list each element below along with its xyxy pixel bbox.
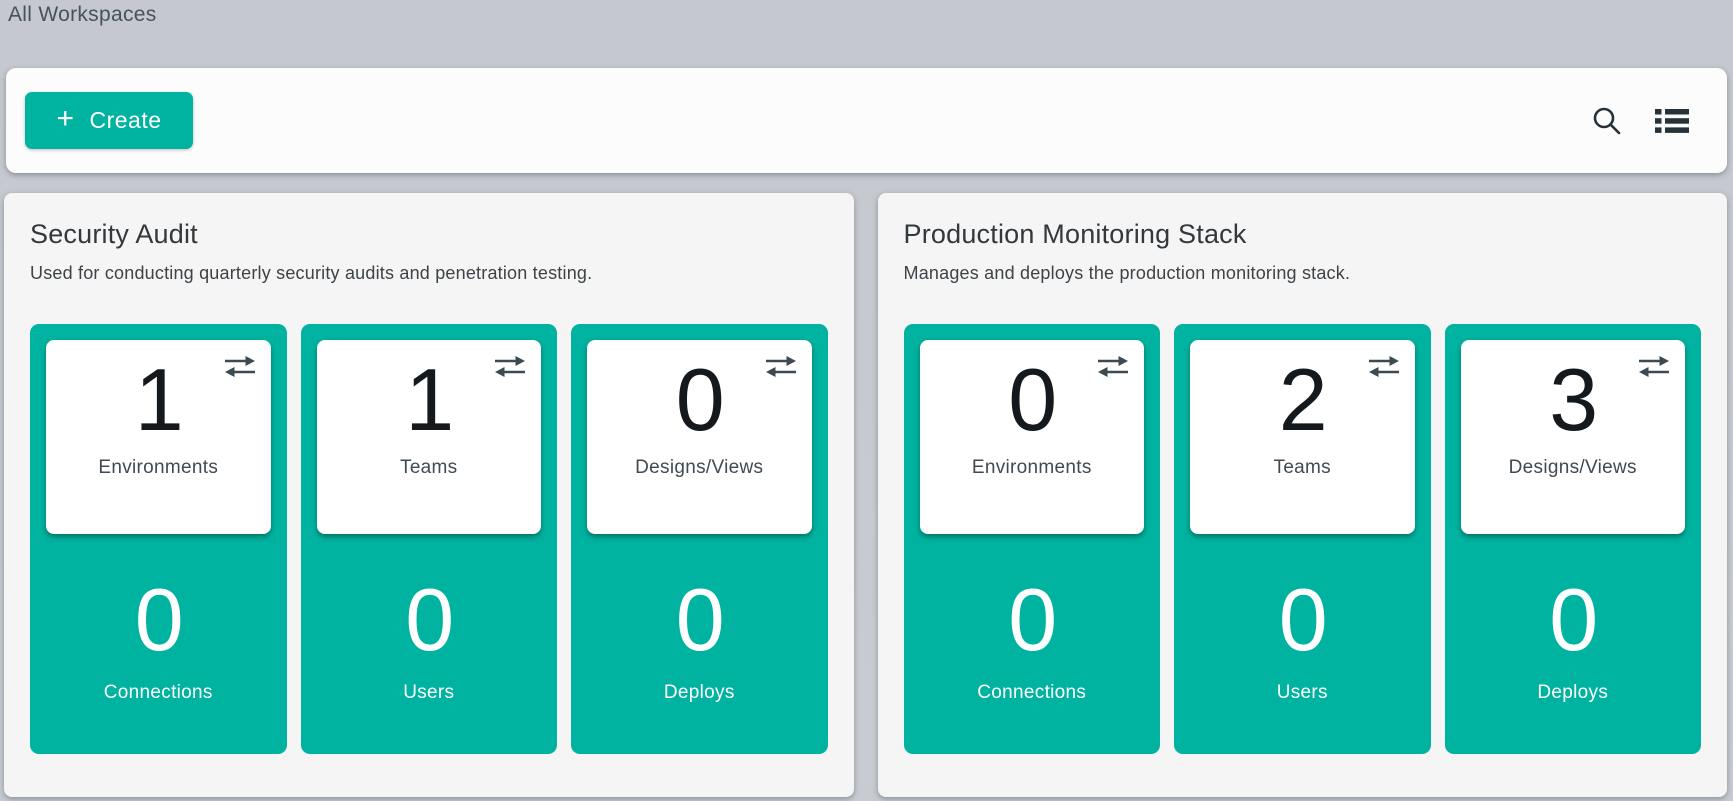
workspace-card-security-audit: Security Audit Used for conducting quart… xyxy=(4,193,854,797)
toolbar-icons xyxy=(1591,105,1689,136)
create-button[interactable]: + Create xyxy=(25,92,193,149)
swap-horizontal-icon[interactable] xyxy=(1366,353,1402,380)
swap-horizontal-icon[interactable] xyxy=(1095,353,1131,380)
swap-horizontal-icon[interactable] xyxy=(492,353,528,380)
tile-bottom-label: Users xyxy=(317,682,542,704)
tile-bottom-panel[interactable]: 0 Users xyxy=(1190,576,1415,704)
tile-bottom-value: 0 xyxy=(317,576,542,664)
tile-top-label: Teams xyxy=(400,457,457,479)
tile-top-value: 2 xyxy=(1279,356,1326,444)
stat-tile-designs-views: 0 Designs/Views 0 Deploys xyxy=(571,324,828,754)
tile-top-panel[interactable]: 1 Environments xyxy=(46,340,271,534)
tile-top-label: Designs/Views xyxy=(635,457,763,479)
create-button-label: Create xyxy=(89,107,161,134)
tile-bottom-label: Deploys xyxy=(1461,682,1686,704)
workspace-cards-row: Security Audit Used for conducting quart… xyxy=(4,193,1727,797)
stat-tile-designs-views: 3 Designs/Views 0 Deploys xyxy=(1445,324,1702,754)
workspace-description: Used for conducting quarterly security a… xyxy=(30,263,828,284)
page-title: All Workspaces xyxy=(8,3,157,27)
tile-top-panel[interactable]: 1 Teams xyxy=(317,340,542,534)
workspace-description: Manages and deploys the production monit… xyxy=(904,263,1702,284)
tile-top-value: 0 xyxy=(1008,356,1055,444)
stat-tiles: 0 Environments 0 Connections 2 xyxy=(904,324,1702,754)
tile-bottom-panel[interactable]: 0 Users xyxy=(317,576,542,704)
tile-top-label: Environments xyxy=(972,457,1092,479)
tile-bottom-value: 0 xyxy=(46,576,271,664)
tile-bottom-label: Connections xyxy=(46,682,271,704)
tile-bottom-panel[interactable]: 0 Deploys xyxy=(1461,576,1686,704)
tile-bottom-value: 0 xyxy=(587,576,812,664)
tile-top-label: Designs/Views xyxy=(1509,457,1637,479)
tile-bottom-label: Connections xyxy=(920,682,1145,704)
tile-top-value: 0 xyxy=(676,356,723,444)
tile-bottom-panel[interactable]: 0 Deploys xyxy=(587,576,812,704)
stat-tiles: 1 Environments 0 Connections 1 xyxy=(30,324,828,754)
workspaces-toolbar: + Create xyxy=(6,68,1727,173)
tile-top-label: Environments xyxy=(98,457,218,479)
tile-top-value: 1 xyxy=(405,356,452,444)
tile-top-panel[interactable]: 0 Environments xyxy=(920,340,1145,534)
tile-top-value: 1 xyxy=(135,356,182,444)
plus-icon: + xyxy=(56,104,74,134)
tile-bottom-label: Deploys xyxy=(587,682,812,704)
tile-bottom-panel[interactable]: 0 Connections xyxy=(920,576,1145,704)
search-icon[interactable] xyxy=(1591,105,1622,136)
tile-top-panel[interactable]: 2 Teams xyxy=(1190,340,1415,534)
workspace-name: Production Monitoring Stack xyxy=(904,219,1702,250)
tile-top-panel[interactable]: 0 Designs/Views xyxy=(587,340,812,534)
tile-bottom-value: 0 xyxy=(1461,576,1686,664)
stat-tile-teams: 2 Teams 0 Users xyxy=(1174,324,1431,754)
swap-horizontal-icon[interactable] xyxy=(763,353,799,380)
swap-horizontal-icon[interactable] xyxy=(1636,353,1672,380)
stat-tile-environments: 0 Environments 0 Connections xyxy=(904,324,1161,754)
tile-top-value: 3 xyxy=(1549,356,1596,444)
stat-tile-teams: 1 Teams 0 Users xyxy=(301,324,558,754)
tile-bottom-label: Users xyxy=(1190,682,1415,704)
stat-tile-environments: 1 Environments 0 Connections xyxy=(30,324,287,754)
tile-bottom-value: 0 xyxy=(1190,576,1415,664)
workspace-name: Security Audit xyxy=(30,219,828,250)
swap-horizontal-icon[interactable] xyxy=(222,353,258,380)
tile-bottom-panel[interactable]: 0 Connections xyxy=(46,576,271,704)
workspace-card-production-monitoring-stack: Production Monitoring Stack Manages and … xyxy=(878,193,1728,797)
tile-top-panel[interactable]: 3 Designs/Views xyxy=(1461,340,1686,534)
list-view-icon[interactable] xyxy=(1655,108,1689,134)
tile-bottom-value: 0 xyxy=(920,576,1145,664)
tile-top-label: Teams xyxy=(1274,457,1331,479)
